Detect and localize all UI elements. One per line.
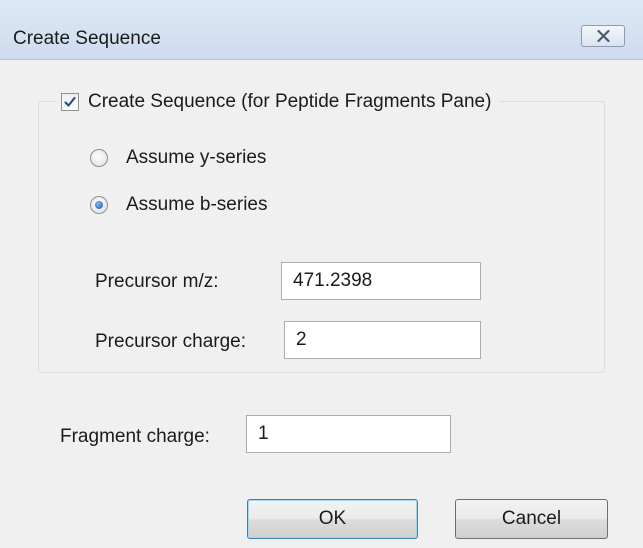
fragment-charge-label: Fragment charge: [60,426,210,447]
window-title: Create Sequence [13,28,161,49]
cancel-button[interactable]: Cancel [455,499,608,539]
close-icon [597,30,610,42]
radio-button-b-series[interactable] [90,196,108,214]
radio-label-y-series: Assume y-series [126,147,267,168]
radio-label-b-series: Assume b-series [126,194,268,215]
precursor-charge-label: Precursor charge: [95,331,247,352]
create-sequence-checkbox[interactable] [61,93,79,111]
precursor-mz-input[interactable] [281,262,481,300]
radio-assume-y-series[interactable]: Assume y-series [90,147,266,169]
checkmark-icon [64,96,76,107]
fragment-charge-input[interactable] [246,415,451,453]
precursor-charge-input[interactable] [284,321,481,359]
create-sequence-dialog: Create Sequence Create Sequence (for Pep… [0,0,643,548]
create-sequence-toggle[interactable]: Create Sequence (for Peptide Fragments P… [55,88,500,116]
create-sequence-label: Create Sequence (for Peptide Fragments P… [88,91,492,112]
precursor-mz-label: Precursor m/z: [95,271,219,292]
ok-button[interactable]: OK [247,499,418,539]
close-button[interactable] [581,25,625,47]
radio-assume-b-series[interactable]: Assume b-series [90,194,268,216]
radio-button-y-series[interactable] [90,149,108,167]
title-bar[interactable]: Create Sequence [0,0,643,60]
